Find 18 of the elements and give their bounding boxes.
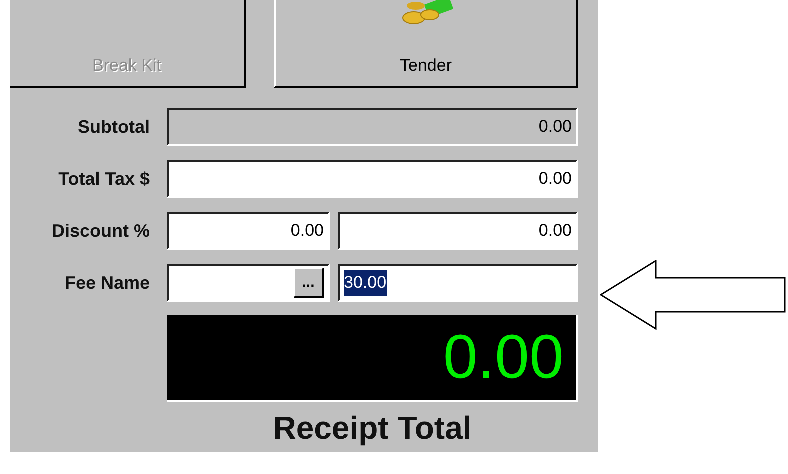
input-field[interactable]: 0.00 <box>167 160 578 198</box>
browse-button[interactable]: ... <box>294 268 324 298</box>
total-amount: 0.00 <box>443 326 564 388</box>
tender-button[interactable]: Tender <box>274 0 578 88</box>
field-value: 0.00 <box>538 116 572 138</box>
field-value: 0.00 <box>290 220 324 242</box>
field-label: Total Tax $ <box>58 168 150 190</box>
total-label: Receipt Total <box>273 409 472 448</box>
field-label: Subtotal <box>77 116 150 138</box>
input-field[interactable]: 0.00 <box>167 212 330 250</box>
input-field[interactable]: 0.00 <box>338 212 578 250</box>
field-label: Fee Name <box>64 272 150 294</box>
field-label: Discount % <box>50 220 150 242</box>
input-field[interactable]: ... <box>167 264 330 302</box>
field-value: 0.00 <box>538 220 572 242</box>
field-value: 0.00 <box>538 168 572 190</box>
input-field[interactable]: 30.00 <box>338 264 578 302</box>
field-value: 30.00 <box>344 270 387 296</box>
